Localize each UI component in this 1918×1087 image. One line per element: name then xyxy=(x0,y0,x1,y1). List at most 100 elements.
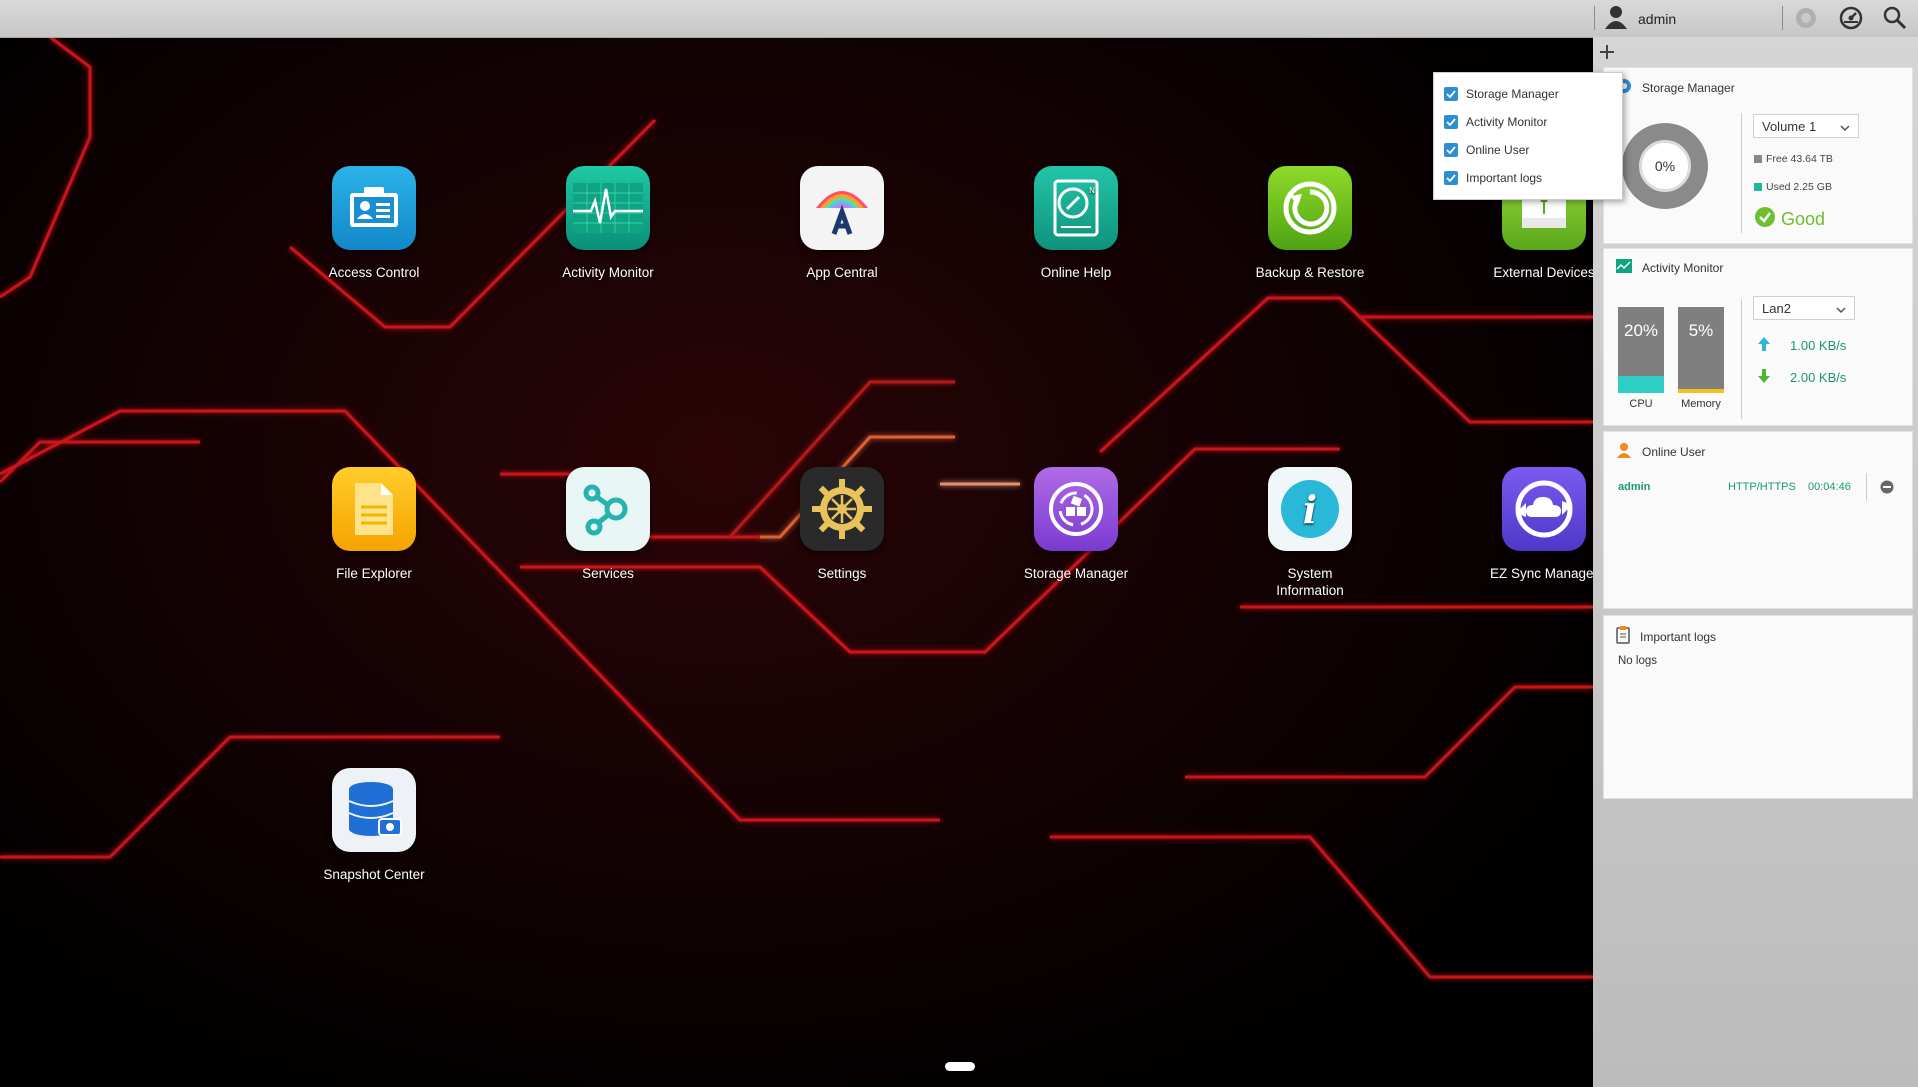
memory-label: Memory xyxy=(1681,398,1721,410)
database-camera-icon xyxy=(332,768,416,852)
storage-manager-widget: Storage Manager 0% Volume 1 Free 43.64 T… xyxy=(1603,67,1913,244)
notification-icon[interactable] xyxy=(1794,6,1818,30)
compass-book-icon: N xyxy=(1034,166,1118,250)
widget-title: Online User xyxy=(1616,442,1705,461)
app-label: Services xyxy=(582,566,634,581)
app-label: Settings xyxy=(817,566,867,581)
storage-usage-donut: 0% xyxy=(1622,123,1708,209)
add-widget-button[interactable] xyxy=(1596,41,1618,63)
widget-visibility-menu: Storage Manager Activity Monitor Online … xyxy=(1433,72,1623,200)
app-snapshot-center[interactable]: Snapshot Center xyxy=(274,768,474,883)
gear-icon xyxy=(800,467,884,551)
network-interface-select[interactable]: Lan2 xyxy=(1753,296,1855,320)
app-label: System Information xyxy=(1276,566,1344,598)
user-icon xyxy=(1616,442,1632,461)
divider xyxy=(1741,113,1742,233)
app-label: External Devices xyxy=(1493,265,1593,280)
app-ez-sync-manager[interactable]: EZ Sync Manager xyxy=(1444,467,1593,582)
user-menu[interactable]: admin xyxy=(1604,5,1676,32)
volume-select[interactable]: Volume 1 xyxy=(1753,114,1859,138)
online-user-widget: Online User admin HTTP/HTTPS 00:04:46 xyxy=(1603,431,1913,609)
free-space: Free 43.64 TB xyxy=(1754,153,1833,165)
usage-percent: 0% xyxy=(1654,158,1676,174)
important-logs-widget: Important logs No logs xyxy=(1603,615,1913,799)
app-label: Storage Manager xyxy=(1023,566,1129,581)
app-online-help[interactable]: N Online Help xyxy=(976,166,1176,281)
divider xyxy=(1741,299,1742,419)
widget-panel: Storage Manager 0% Volume 1 Free 43.64 T… xyxy=(1593,37,1918,1087)
cpu-label: CPU xyxy=(1629,398,1653,410)
app-settings[interactable]: Settings xyxy=(742,467,942,582)
app-label: Backup & Restore xyxy=(1255,265,1365,280)
app-label: EZ Sync Manager xyxy=(1489,566,1593,581)
app-label: Activity Monitor xyxy=(562,265,654,280)
no-logs-text: No logs xyxy=(1618,655,1657,667)
divider xyxy=(1594,6,1595,30)
info-icon: i xyxy=(1268,467,1352,551)
app-services[interactable]: Services xyxy=(508,467,708,582)
app-file-explorer[interactable]: File Explorer xyxy=(274,467,474,582)
menu-item-important-logs[interactable]: Important logs xyxy=(1434,164,1622,192)
app-access-control[interactable]: Access Control xyxy=(274,166,474,281)
check-circle-icon xyxy=(1754,206,1776,233)
app-label: Access Control xyxy=(328,265,420,280)
chevron-down-icon xyxy=(1840,119,1850,134)
svg-text:N: N xyxy=(1089,186,1095,195)
chevron-down-icon xyxy=(1836,301,1846,316)
svg-text:i: i xyxy=(1303,487,1317,532)
heartbeat-icon xyxy=(566,166,650,250)
storage-icon xyxy=(1034,467,1118,551)
download-rate: 2.00 KB/s xyxy=(1758,369,1846,386)
minus-circle-icon xyxy=(1880,480,1894,494)
cloud-sync-icon xyxy=(1502,467,1586,551)
checkbox-checked-icon[interactable] xyxy=(1444,143,1458,157)
app-system-information[interactable]: i System Information xyxy=(1210,467,1410,599)
menu-item-online-user[interactable]: Online User xyxy=(1434,136,1622,164)
user-icon xyxy=(1604,5,1628,32)
checkbox-checked-icon[interactable] xyxy=(1444,115,1458,129)
nodes-icon xyxy=(566,467,650,551)
plus-icon xyxy=(1600,45,1614,59)
cpu-fill xyxy=(1618,375,1664,393)
widget-title: Storage Manager xyxy=(1616,78,1735,97)
app-label: Online Help xyxy=(1040,265,1112,280)
clipboard-icon xyxy=(1616,626,1630,647)
online-user-name: admin xyxy=(1618,481,1651,493)
app-label: Snapshot Center xyxy=(323,867,425,882)
memory-usage-bar: 5% xyxy=(1678,307,1724,393)
divider xyxy=(1782,6,1783,30)
refresh-icon xyxy=(1268,166,1352,250)
app-backup-restore[interactable]: Backup & Restore xyxy=(1210,166,1410,281)
id-card-icon xyxy=(332,166,416,250)
page-indicator[interactable] xyxy=(945,1062,975,1071)
chart-icon xyxy=(1616,259,1632,276)
used-space: Used 2.25 GB xyxy=(1754,181,1832,193)
widget-title: Important logs xyxy=(1616,626,1716,647)
search-icon[interactable] xyxy=(1883,6,1907,30)
app-central-logo-icon xyxy=(800,166,884,250)
upload-rate: 1.00 KB/s xyxy=(1758,337,1846,354)
dashboard-icon[interactable] xyxy=(1839,6,1863,30)
arrow-down-icon xyxy=(1758,369,1770,386)
app-activity-monitor[interactable]: Activity Monitor xyxy=(508,166,708,281)
menu-item-activity-monitor[interactable]: Activity Monitor xyxy=(1434,108,1622,136)
top-bar: admin xyxy=(0,0,1918,38)
disconnect-user-button[interactable] xyxy=(1880,480,1894,497)
app-label: App Central xyxy=(806,265,878,280)
app-storage-manager[interactable]: Storage Manager xyxy=(976,467,1176,582)
app-label: File Explorer xyxy=(336,566,412,581)
checkbox-checked-icon[interactable] xyxy=(1444,171,1458,185)
activity-monitor-widget: Activity Monitor 20% CPU 5% Memory Lan2 … xyxy=(1603,248,1913,426)
online-user-protocol: HTTP/HTTPS xyxy=(1728,481,1796,493)
online-user-row: admin HTTP/HTTPS 00:04:46 xyxy=(1618,473,1900,501)
app-app-central[interactable]: App Central xyxy=(742,166,942,281)
widget-title: Activity Monitor xyxy=(1616,259,1723,276)
menu-item-storage-manager[interactable]: Storage Manager xyxy=(1434,80,1622,108)
health-status: Good xyxy=(1754,206,1825,233)
online-user-duration: 00:04:46 xyxy=(1808,481,1851,493)
checkbox-checked-icon[interactable] xyxy=(1444,87,1458,101)
desktop: Access Control Activity Monitor App Cent… xyxy=(0,37,1593,1087)
divider xyxy=(1866,473,1867,501)
folder-icon xyxy=(332,467,416,551)
user-name: admin xyxy=(1638,10,1677,27)
